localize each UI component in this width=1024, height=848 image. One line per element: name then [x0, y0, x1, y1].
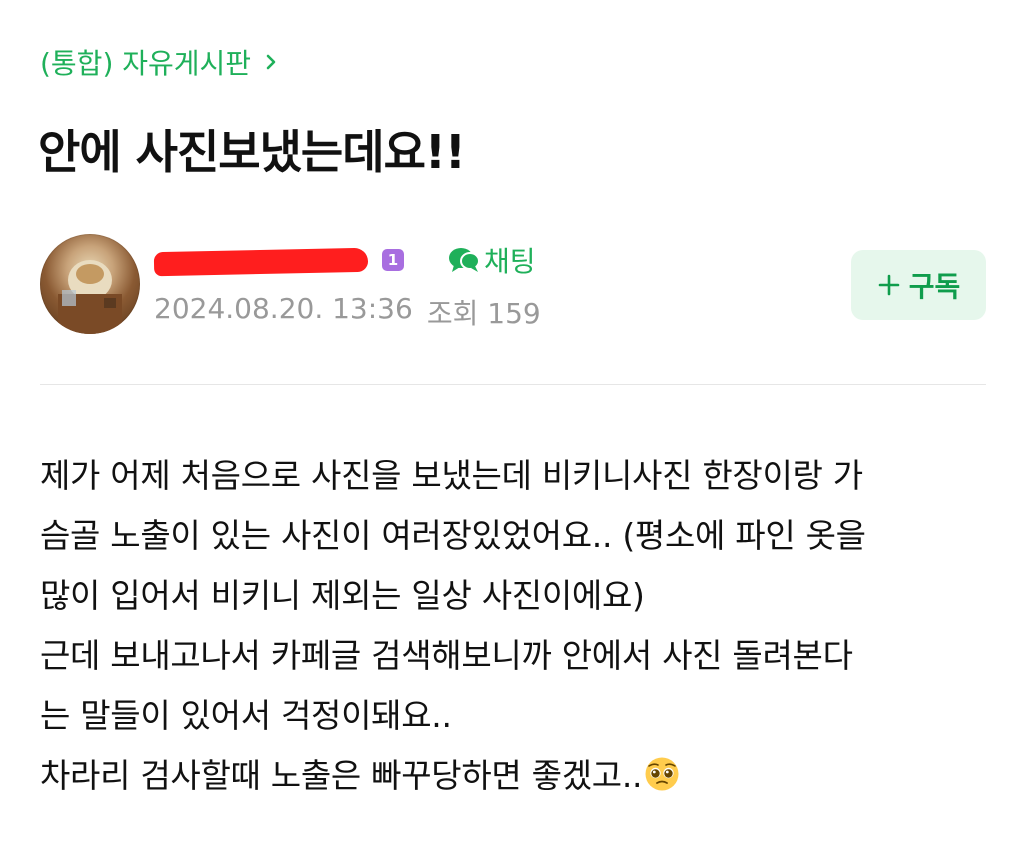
pleading-face-emoji [645, 757, 679, 791]
view-count: 조회 159 [427, 292, 541, 332]
post-body: 제가 어제 처음으로 사진을 보냈는데 비키니사진 한장이랑 가 슴골 노출이 … [40, 446, 984, 806]
chevron-right-icon [266, 54, 276, 70]
author-name[interactable] [153, 244, 369, 277]
views-label: 조회 [426, 297, 479, 330]
body-line: 는 말들이 있어서 걱정이돼요.. [40, 696, 452, 735]
body-line: 많이 입어서 비키니 제외는 일상 사진이에요) [40, 576, 645, 615]
body-line: 슴골 노출이 있는 사진이 여러장있었어요.. (평소에 파인 옷을 [40, 516, 866, 555]
post-meta: 2024.08.20. 13:36 조회 159 [154, 292, 541, 332]
subscribe-button[interactable]: 구독 [851, 250, 986, 320]
author-row: 1 채팅 [153, 240, 536, 280]
views-value: 159 [487, 297, 541, 330]
avatar[interactable] [40, 234, 140, 334]
body-line-last: 차라리 검사할때 노출은 빠꾸당하면 좋겠고.. [40, 746, 984, 806]
body-line: 근데 보내고나서 카페글 검색해보니까 안에서 사진 돌려본다 [40, 636, 853, 675]
board-link[interactable]: (통합) 자유게시판 [40, 42, 281, 82]
avatar-image [58, 260, 122, 334]
body-line: 제가 어제 처음으로 사진을 보냈는데 비키니사진 한장이랑 가 [40, 456, 863, 495]
post-title: 안에 사진보냈는데요!! [38, 125, 466, 179]
redaction-mark [153, 247, 369, 277]
chat-label: 채팅 [484, 245, 536, 278]
divider [40, 384, 986, 385]
body-line: 차라리 검사할때 노출은 빠꾸당하면 좋겠고.. [40, 756, 643, 795]
member-level-badge: 1 [382, 249, 404, 271]
chat-button[interactable]: 채팅 [448, 240, 536, 280]
chat-bubble-icon [449, 248, 480, 272]
plus-icon [878, 274, 900, 296]
subscribe-label: 구독 [908, 270, 961, 303]
post-date: 2024.08.20. 13:36 [154, 292, 413, 325]
board-name: (통합) 자유게시판 [40, 47, 252, 80]
